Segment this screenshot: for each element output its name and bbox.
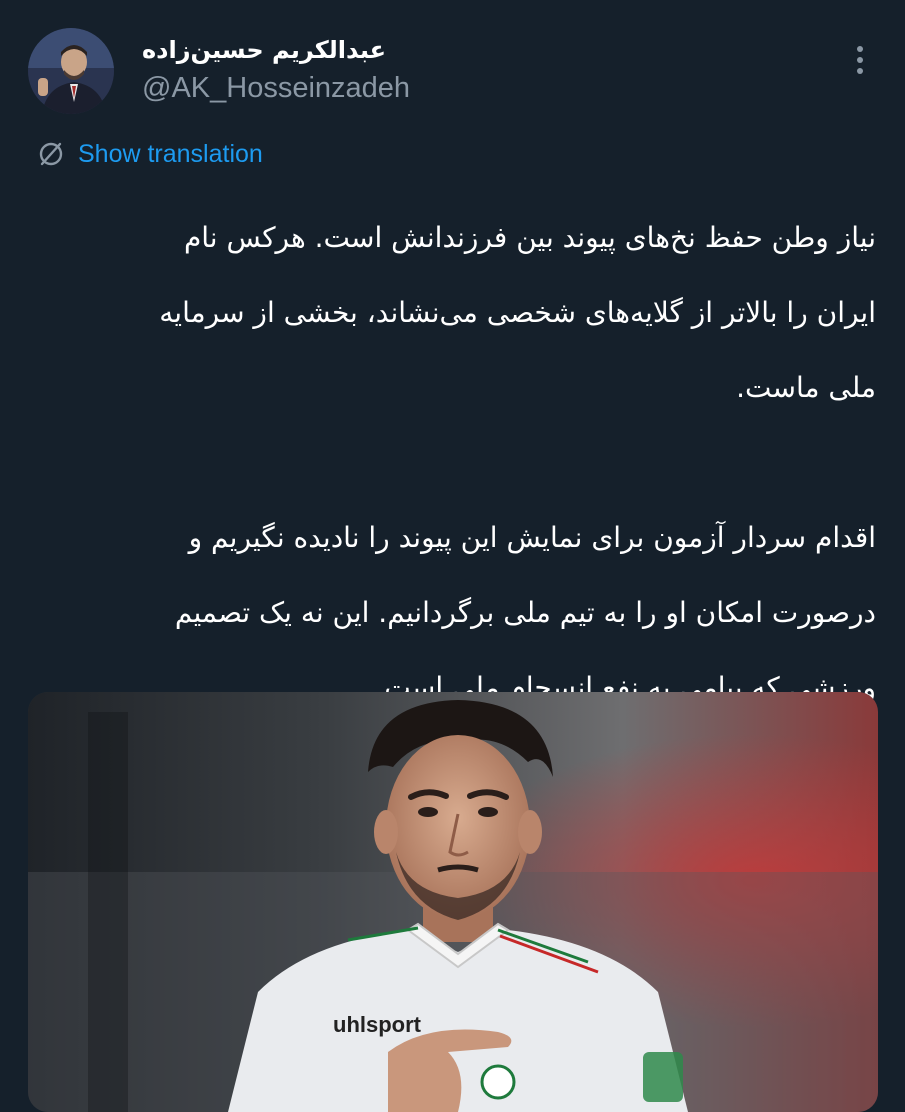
more-dot bbox=[857, 68, 863, 74]
more-dot bbox=[857, 57, 863, 63]
show-translation-label: Show translation bbox=[78, 139, 263, 168]
more-vertical-icon[interactable] bbox=[852, 46, 868, 84]
avatar-image bbox=[28, 28, 114, 114]
show-translation-button[interactable]: Show translation bbox=[36, 138, 263, 170]
tweet-header: عبدالکریم حسین‌زاده @AK_Hosseinzadeh bbox=[0, 0, 905, 130]
tweet-line: اقدام سردار آزمون برای نمایش این پیوند ر… bbox=[188, 521, 876, 554]
author-avatar[interactable] bbox=[28, 28, 114, 114]
author-display-name[interactable]: عبدالکریم حسین‌زاده bbox=[142, 36, 386, 64]
tweet-line: نیاز وطن حفظ نخ‌های پیوند بین فرزندانش ا… bbox=[183, 221, 876, 254]
tweet-media-photo[interactable]: uhlsport bbox=[28, 692, 878, 1112]
tweet-line: درصورت امکان او را به تیم ملی برگردانیم.… bbox=[174, 596, 876, 629]
tweet-line: ایران را بالاتر از گلایه‌های شخصی می‌نشا… bbox=[159, 296, 876, 329]
tweet-line: ملی ماست. bbox=[736, 371, 876, 404]
tweet-body: نیاز وطن حفظ نخ‌های پیوند بین فرزندانش ا… bbox=[40, 200, 876, 725]
more-dot bbox=[857, 46, 863, 52]
kit-brand-text: uhlsport bbox=[333, 1012, 422, 1037]
author-handle[interactable]: @AK_Hosseinzadeh bbox=[142, 72, 410, 105]
globe-icon bbox=[36, 139, 66, 169]
player-photo: uhlsport bbox=[28, 692, 878, 1112]
